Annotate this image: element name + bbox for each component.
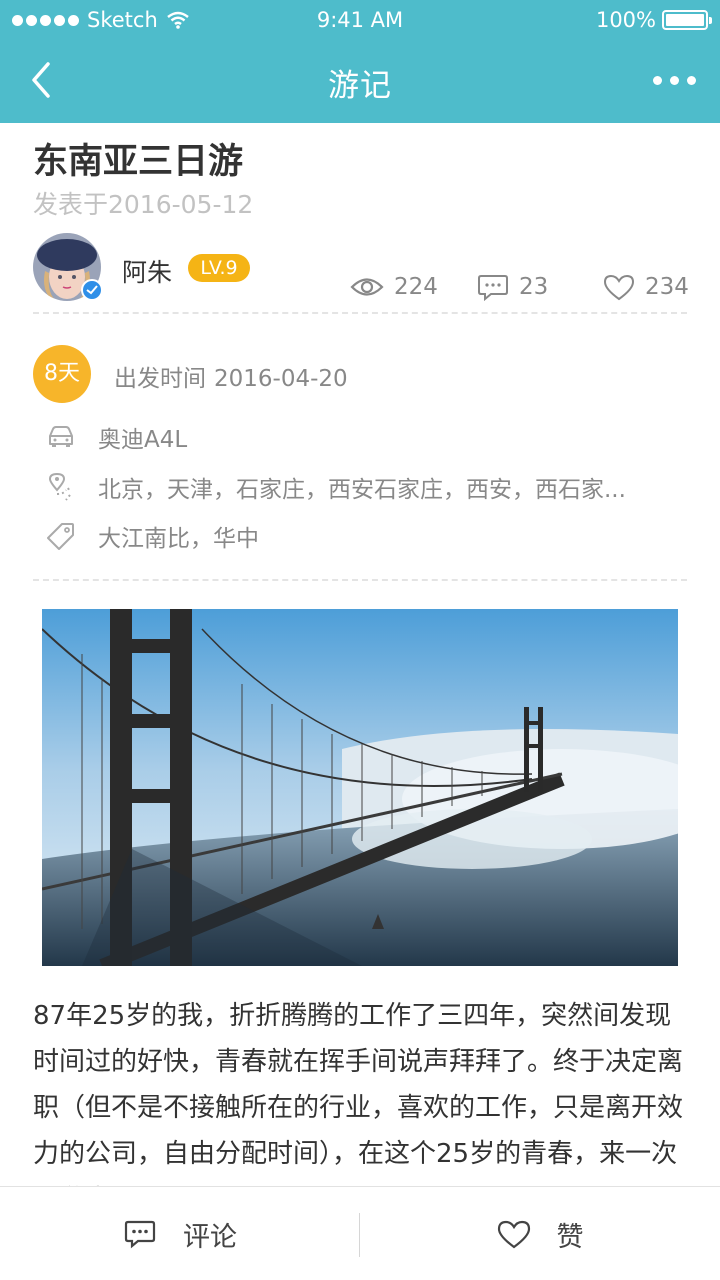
status-bar: Sketch 9:41 AM 100%: [0, 0, 720, 40]
depart-info: 出发时间 2016-04-20: [114, 359, 348, 393]
article-content[interactable]: 东南亚三日游 发表于2016-05-12 阿朱 LV.9 224 23 234 …: [0, 123, 720, 1186]
avatar[interactable]: [33, 233, 103, 301]
heart-icon: [603, 274, 635, 301]
status-right: 100%: [595, 8, 712, 32]
app-header: Sketch 9:41 AM 100% 游记: [0, 0, 720, 123]
views-count: 224: [394, 274, 438, 300]
post-date: 发表于2016-05-12: [33, 190, 254, 219]
author-name[interactable]: 阿朱: [122, 253, 172, 289]
more-dots-icon: [653, 76, 662, 85]
like-button[interactable]: 赞: [360, 1187, 720, 1280]
depart-date: 2016-04-20: [214, 366, 348, 392]
comments-stat[interactable]: 23: [477, 271, 548, 303]
depart-label: 出发时间: [114, 366, 206, 392]
days-badge: 8天: [33, 345, 91, 403]
likes-count: 234: [645, 274, 689, 300]
battery-percent: 100%: [595, 8, 656, 32]
divider: [33, 579, 687, 581]
car-model: 奥迪A4L: [98, 427, 188, 453]
car-icon: [46, 422, 76, 452]
bottom-action-bar: 评论 赞: [0, 1186, 720, 1280]
heart-icon: [497, 1220, 530, 1249]
nav-bar: 游记: [0, 40, 720, 123]
article-body: 87年25岁的我，折折腾腾的工作了三四年，突然间发现时间过的好快，青春就在挥手间…: [33, 1001, 684, 1186]
comment-bubble-icon: [124, 1220, 156, 1249]
post-title: 东南亚三日游: [33, 142, 244, 182]
like-label: 赞: [556, 1221, 584, 1253]
more-button[interactable]: [653, 76, 696, 85]
comment-button[interactable]: 评论: [0, 1187, 360, 1280]
bridge-photo[interactable]: [42, 609, 678, 966]
views-stat: 224: [350, 271, 438, 303]
comments-count: 23: [519, 274, 549, 300]
verified-badge-icon: [81, 279, 103, 301]
page-title: 游记: [328, 68, 392, 104]
route-row: 北京，天津，石家庄，西安石家庄，西安，西石家...: [46, 470, 668, 504]
tag-icon: [46, 521, 76, 551]
likes-stat[interactable]: 234: [603, 271, 689, 303]
comment-label: 评论: [183, 1221, 237, 1253]
eye-icon: [350, 278, 384, 296]
level-badge: LV.9: [188, 254, 250, 282]
region-row: 大江南比，华中: [46, 519, 259, 553]
region-tags: 大江南比，华中: [98, 526, 259, 552]
battery-icon: [662, 10, 712, 30]
divider: [33, 312, 687, 314]
route-cities: 北京，天津，石家庄，西安石家庄，西安，西石家...: [98, 477, 626, 503]
location-route-icon: [46, 472, 76, 502]
car-row: 奥迪A4L: [46, 420, 187, 454]
comment-bubble-icon: [478, 275, 508, 301]
